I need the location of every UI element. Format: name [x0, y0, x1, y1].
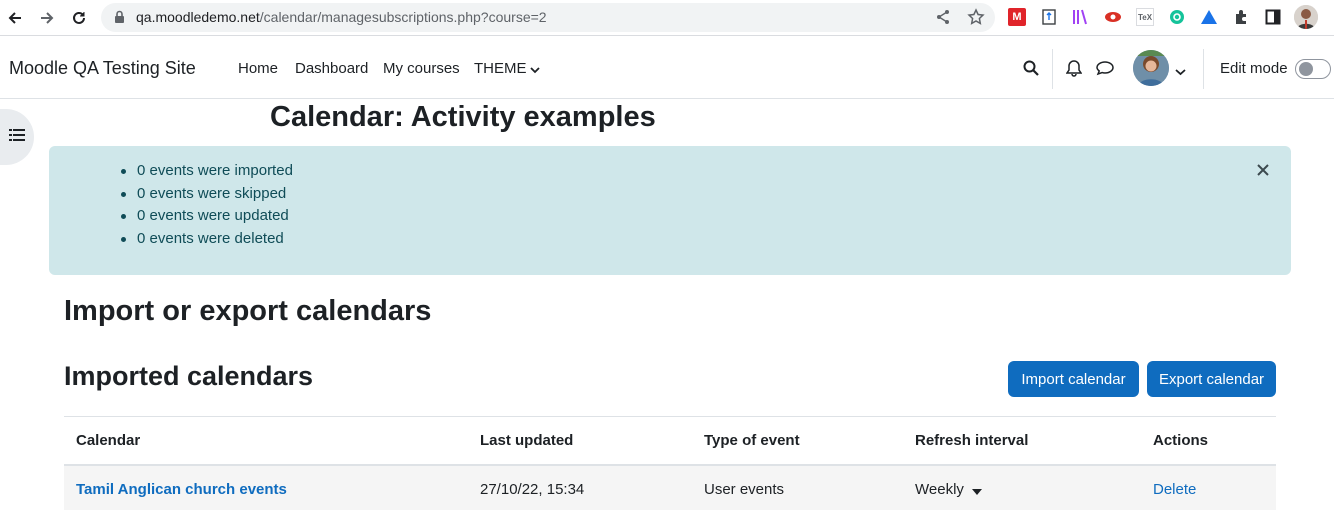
close-icon[interactable]: [1255, 162, 1271, 178]
column-header-refresh-interval: Refresh interval: [915, 432, 1029, 449]
alert-message-list: 0 events were imported 0 events were ski…: [121, 160, 293, 251]
user-avatar[interactable]: [1133, 50, 1169, 86]
browser-profile-avatar[interactable]: [1294, 5, 1318, 29]
extension-mendeley-icon[interactable]: M: [1008, 8, 1026, 26]
forward-icon[interactable]: [36, 7, 58, 29]
caret-down-icon: [971, 482, 982, 499]
url-path: /calendar/managesubscriptions.php?course…: [259, 9, 547, 25]
alert-message: 0 events were skipped: [121, 183, 293, 206]
nav-my-courses[interactable]: My courses: [383, 60, 460, 77]
url-text[interactable]: qa.moodledemo.net/calendar/managesubscri…: [136, 9, 547, 25]
alert-message: 0 events were imported: [121, 160, 293, 183]
notifications-bell-icon[interactable]: [1065, 59, 1083, 77]
alert-message: 0 events were updated: [121, 205, 293, 228]
export-calendar-button[interactable]: Export calendar: [1147, 361, 1276, 397]
edit-mode-toggle[interactable]: [1295, 59, 1331, 79]
toggle-knob: [1299, 62, 1313, 76]
course-index-toggle[interactable]: [0, 109, 34, 165]
last-updated-cell: 27/10/22, 15:34: [480, 481, 585, 498]
list-icon: [9, 128, 25, 147]
table-top-border: [64, 416, 1276, 417]
extension-tex-icon[interactable]: TeX: [1136, 8, 1154, 26]
delete-link[interactable]: Delete: [1153, 481, 1196, 498]
column-header-type-of-event: Type of event: [704, 432, 800, 449]
nav-theme-label: THEME: [474, 60, 527, 77]
top-navbar: Moodle QA Testing Site Home Dashboard My…: [0, 37, 1334, 99]
column-header-calendar: Calendar: [76, 432, 141, 449]
column-header-last-updated: Last updated: [480, 432, 574, 449]
calendar-name-link[interactable]: Tamil Anglican church events: [76, 481, 287, 498]
user-menu-chevron-icon[interactable]: [1175, 63, 1186, 81]
chevron-down-icon: [529, 61, 540, 78]
reload-icon[interactable]: [68, 7, 90, 29]
navbar-divider: [1203, 49, 1204, 89]
side-panel-icon[interactable]: [1264, 8, 1282, 26]
refresh-interval-select[interactable]: Weekly: [915, 481, 982, 499]
edit-mode-label: Edit mode: [1220, 60, 1288, 77]
extension-eye-icon[interactable]: [1104, 8, 1122, 26]
lock-icon: [114, 10, 125, 29]
url-host: qa.moodledemo.net: [136, 9, 260, 25]
refresh-interval-value: Weekly: [915, 481, 964, 498]
search-icon[interactable]: [1022, 59, 1040, 77]
alert-message: 0 events were deleted: [121, 228, 293, 251]
bookmark-star-icon[interactable]: [967, 8, 985, 31]
import-calendar-button[interactable]: Import calendar: [1008, 361, 1139, 397]
nav-home[interactable]: Home: [238, 60, 278, 77]
import-result-alert: 0 events were imported 0 events were ski…: [49, 146, 1291, 275]
messages-chat-icon[interactable]: [1096, 59, 1114, 77]
nav-dashboard[interactable]: Dashboard: [295, 60, 368, 77]
address-bar[interactable]: qa.moodledemo.net/calendar/managesubscri…: [101, 3, 995, 32]
nav-theme[interactable]: THEME: [474, 60, 540, 78]
page-title: Calendar: Activity examples: [270, 101, 656, 133]
column-header-actions: Actions: [1153, 432, 1209, 449]
extension-grammar-icon[interactable]: [1168, 8, 1186, 26]
extensions-puzzle-icon[interactable]: [1232, 8, 1250, 26]
extension-book-icon[interactable]: [1040, 8, 1058, 26]
navbar-divider: [1052, 49, 1053, 89]
extension-library-icon[interactable]: [1072, 8, 1090, 26]
extension-drive-icon[interactable]: [1200, 8, 1218, 26]
site-name[interactable]: Moodle QA Testing Site: [9, 58, 196, 79]
imported-calendars-heading: Imported calendars: [64, 361, 314, 391]
type-of-event-cell: User events: [704, 481, 785, 498]
browser-toolbar: qa.moodledemo.net/calendar/managesubscri…: [0, 0, 1334, 36]
share-icon[interactable]: [935, 9, 951, 30]
back-icon[interactable]: [4, 7, 26, 29]
section-heading: Import or export calendars: [64, 295, 432, 327]
